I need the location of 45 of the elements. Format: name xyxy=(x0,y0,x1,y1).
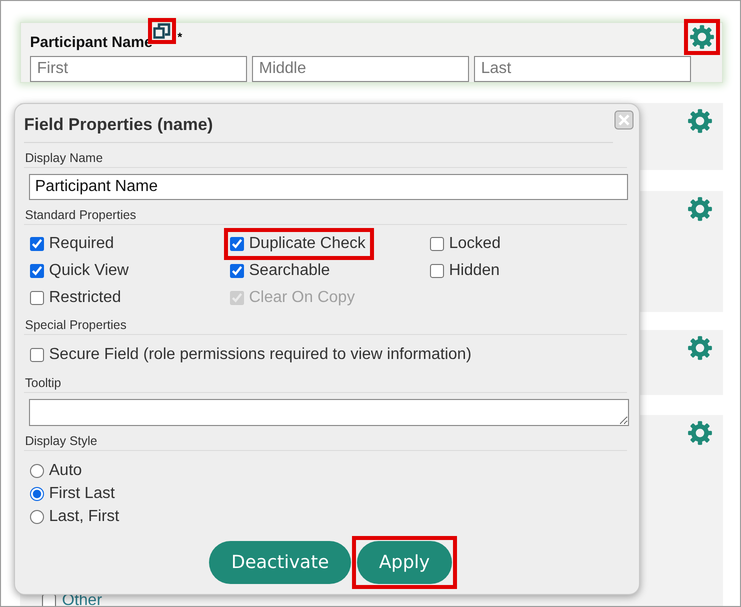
checkbox[interactable] xyxy=(42,594,56,606)
checkbox-label: Clear On Copy xyxy=(249,289,355,307)
radio-label: Auto xyxy=(49,462,82,480)
required-mark: * xyxy=(178,30,182,44)
checkbox-label: Locked xyxy=(449,235,501,253)
section-label: Display Name xyxy=(24,151,627,168)
settings-icon[interactable] xyxy=(687,335,713,361)
radio-button[interactable] xyxy=(30,510,44,524)
dialog-button[interactable]: Deactivate xyxy=(209,541,351,584)
dialog-title: Field Properties (name) xyxy=(24,114,613,143)
settings-icon[interactable] xyxy=(687,420,713,446)
settings-icon[interactable] xyxy=(687,196,713,222)
checkbox[interactable] xyxy=(230,264,244,278)
checkbox[interactable] xyxy=(30,291,44,305)
radio-button[interactable] xyxy=(30,487,44,501)
section-label: Tooltip xyxy=(24,376,627,393)
section-label: Special Properties xyxy=(24,318,627,335)
settings-icon[interactable] xyxy=(689,24,715,50)
checkbox[interactable] xyxy=(30,264,44,278)
checkbox-label: Quick View xyxy=(49,262,129,280)
checkbox[interactable] xyxy=(30,348,44,362)
radio-button[interactable] xyxy=(30,464,44,478)
display-name-field[interactable]: Participant Name xyxy=(29,174,628,200)
checkbox-label: Duplicate Check xyxy=(249,235,366,253)
checkbox-label: Hidden xyxy=(449,262,500,280)
checkbox-label: Restricted xyxy=(49,289,122,307)
checkbox[interactable] xyxy=(430,264,444,278)
radio-label: First Last xyxy=(49,485,115,503)
section-label: Standard Properties xyxy=(24,208,627,225)
copy-icon[interactable] xyxy=(152,23,171,39)
checkbox-label: Secure Field (role permissions required to view information) xyxy=(49,346,472,364)
close-icon[interactable] xyxy=(614,110,634,130)
name-input[interactable]: Last xyxy=(474,56,691,82)
name-input[interactable]: First xyxy=(30,56,247,82)
checkbox[interactable] xyxy=(30,237,44,251)
dialog-button[interactable]: Apply xyxy=(356,541,452,584)
checkbox[interactable] xyxy=(230,237,244,251)
name-input[interactable]: Middle xyxy=(252,56,469,82)
checkbox-label: Searchable xyxy=(249,262,330,280)
settings-icon[interactable] xyxy=(687,108,713,134)
section-label: Display Style xyxy=(24,434,627,451)
checkbox[interactable] xyxy=(430,237,444,251)
tooltip-field[interactable] xyxy=(29,399,629,426)
radio-label: Last, First xyxy=(49,508,120,526)
checkbox-label: Required xyxy=(49,235,114,253)
